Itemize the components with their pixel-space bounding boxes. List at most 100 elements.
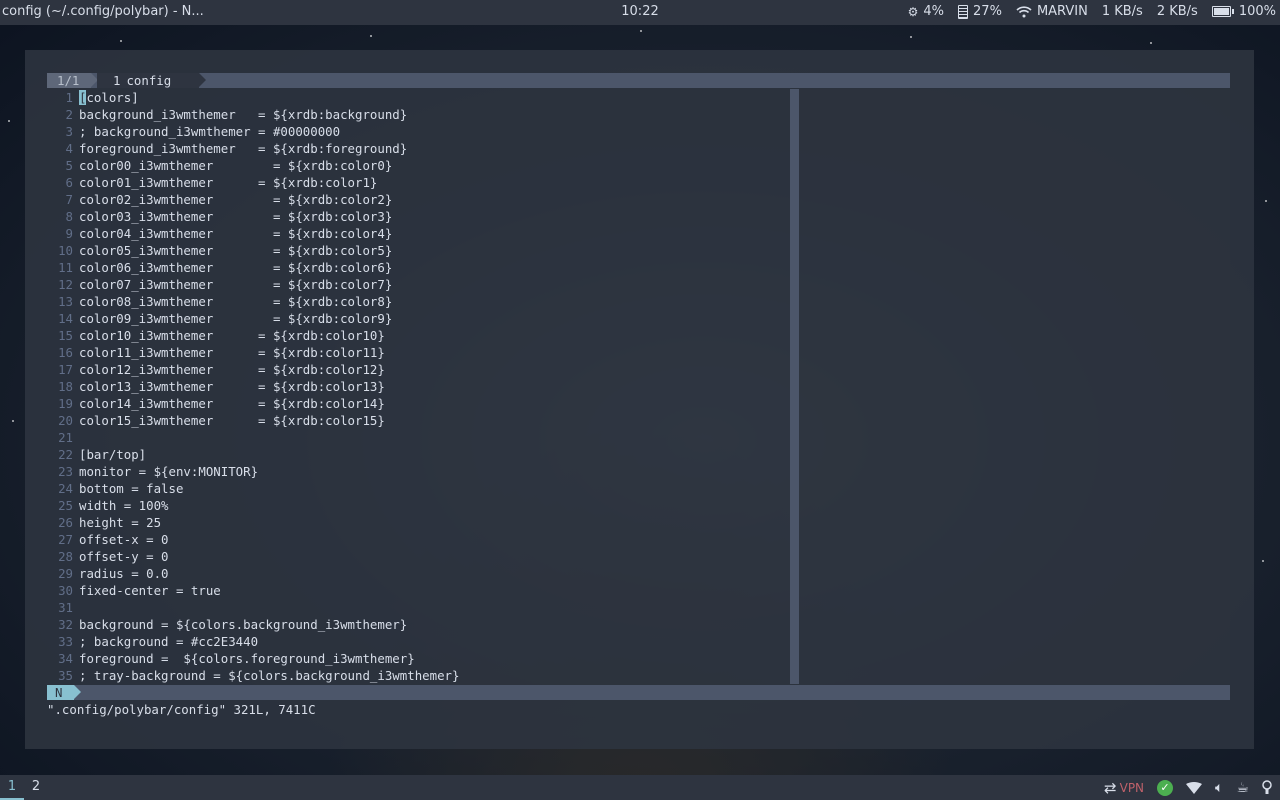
- line-text: ; background_i3wmthemer = #00000000: [79, 124, 341, 139]
- editor-line[interactable]: 12 color07_i3wmthemer = ${xrdb:color7}: [47, 276, 790, 293]
- line-text: [bar/top]: [79, 447, 147, 462]
- editor-line[interactable]: 18 color13_i3wmthemer = ${xrdb:color13}: [47, 378, 790, 395]
- star: [12, 420, 14, 422]
- line-number: 12: [58, 277, 73, 292]
- line-text: color02_i3wmthemer = ${xrdb:color2}: [79, 192, 393, 207]
- editor-line[interactable]: 1 [colors]: [47, 89, 790, 106]
- editor-line[interactable]: 24 bottom = false: [47, 480, 790, 497]
- upload-module: 2 KB/s: [1157, 4, 1198, 19]
- editor-line[interactable]: 11 color06_i3wmthemer = ${xrdb:color6}: [47, 259, 790, 276]
- workspace-2[interactable]: 2: [24, 775, 48, 800]
- volume-icon[interactable]: 🔈︎: [1215, 780, 1223, 796]
- editor-line[interactable]: 28 offset-y = 0: [47, 548, 790, 565]
- workspace-1[interactable]: 1: [0, 775, 24, 800]
- line-number: 32: [58, 617, 73, 632]
- update-check-icon[interactable]: ✓: [1157, 780, 1174, 796]
- editor-line[interactable]: 3 ; background_i3wmthemer = #00000000: [47, 123, 790, 140]
- line-text: color09_i3wmthemer = ${xrdb:color9}: [79, 311, 393, 326]
- memory-icon: [958, 4, 969, 19]
- editor-line[interactable]: 35 ; tray-background = ${colors.backgroun…: [47, 667, 790, 684]
- editor-line[interactable]: 30 fixed-center = true: [47, 582, 790, 599]
- line-number: 14: [58, 311, 73, 326]
- editor-line[interactable]: 7 color02_i3wmthemer = ${xrdb:color2}: [47, 191, 790, 208]
- line-number: 21: [58, 430, 73, 445]
- system-tray: ⇄ VPN ✓ 🔈︎ ☕︎: [1104, 779, 1272, 797]
- vim-statusline: N: [47, 685, 1230, 700]
- line-number: 24: [58, 481, 73, 496]
- editor-line[interactable]: 19 color14_i3wmthemer = ${xrdb:color14}: [47, 395, 790, 412]
- line-text: color12_i3wmthemer = ${xrdb:color12}: [79, 362, 385, 377]
- line-text: color03_i3wmthemer = ${xrdb:color3}: [79, 209, 393, 224]
- editor-line[interactable]: 34 foreground = ${colors.foreground_i3wmt…: [47, 650, 790, 667]
- vim-tabline: 1/1 1 config: [47, 73, 1230, 88]
- line-number: 27: [58, 532, 73, 547]
- network-icon[interactable]: [1186, 782, 1203, 794]
- editor-line[interactable]: 25 width = 100%: [47, 497, 790, 514]
- split-separator[interactable]: [790, 89, 799, 684]
- upload-speed: 2 KB/s: [1156, 4, 1198, 19]
- wifi-icon: [1016, 5, 1032, 17]
- lightbulb-icon[interactable]: [1262, 780, 1272, 796]
- editor-line[interactable]: 6 color01_i3wmthemer = ${xrdb:color1}: [47, 174, 790, 191]
- memory-module[interactable]: 27%: [958, 4, 1002, 19]
- battery-icon: [1211, 6, 1234, 17]
- battery-module[interactable]: 100%: [1211, 4, 1276, 19]
- line-number: 35: [58, 668, 73, 683]
- line-number: 28: [58, 549, 73, 564]
- coffee-icon[interactable]: ☕︎: [1236, 780, 1249, 796]
- cpu-value: 4%: [923, 4, 945, 19]
- line-number: 11: [58, 260, 73, 275]
- line-text: ; background = #cc2E3440: [79, 634, 259, 649]
- line-number: 23: [58, 464, 73, 479]
- line-text: height = 25: [79, 515, 162, 530]
- mode-indicator: N: [47, 685, 83, 700]
- terminal-window[interactable]: 1/1 1 config 1 [colors] 2 background_i3wmthe…: [25, 50, 1254, 749]
- tab-position: 1/1: [47, 73, 99, 88]
- editor-line[interactable]: 22 [bar/top]: [47, 446, 790, 463]
- line-number: 18: [58, 379, 73, 394]
- line-number: 6: [65, 175, 73, 190]
- editor-line[interactable]: 13 color08_i3wmthemer = ${xrdb:color8}: [47, 293, 790, 310]
- editor-line[interactable]: 23 monitor = ${env:MONITOR}: [47, 463, 790, 480]
- editor-line[interactable]: 4 foreground_i3wmthemer = ${xrdb:foregrou…: [47, 140, 790, 157]
- editor-line[interactable]: 8 color03_i3wmthemer = ${xrdb:color3}: [47, 208, 790, 225]
- line-text: monitor = ${env:MONITOR}: [79, 464, 259, 479]
- editor-line[interactable]: 17 color12_i3wmthemer = ${xrdb:color12}: [47, 361, 790, 378]
- editor-line[interactable]: 14 color09_i3wmthemer = ${xrdb:color9}: [47, 310, 790, 327]
- line-text: background = ${colors.background_i3wmthe…: [79, 617, 408, 632]
- line-number: 13: [58, 294, 73, 309]
- right-split-pane[interactable]: [799, 89, 1230, 684]
- editor-line[interactable]: 31: [47, 599, 790, 616]
- line-number: 16: [58, 345, 73, 360]
- editor-line[interactable]: 20 color15_i3wmthemer = ${xrdb:color15}: [47, 412, 790, 429]
- line-text: color11_i3wmthemer = ${xrdb:color11}: [79, 345, 385, 360]
- editor-line[interactable]: 26 height = 25: [47, 514, 790, 531]
- vpn-indicator[interactable]: ⇄ VPN: [1104, 779, 1144, 797]
- vpn-label: VPN: [1119, 781, 1145, 795]
- editor-line[interactable]: 2 background_i3wmthemer = ${xrdb:backgrou…: [47, 106, 790, 123]
- editor-line[interactable]: 15 color10_i3wmthemer = ${xrdb:color10}: [47, 327, 790, 344]
- editor-line[interactable]: 21: [47, 429, 790, 446]
- tab-config[interactable]: 1 config: [97, 73, 207, 88]
- line-text: [colors]: [79, 89, 139, 106]
- line-text-rest: colors]: [86, 90, 139, 105]
- editor-line[interactable]: 5 color00_i3wmthemer = ${xrdb:color0}: [47, 157, 790, 174]
- command-line[interactable]: ".config/polybar/config" 321L, 7411C: [47, 701, 316, 718]
- line-text: color05_i3wmthemer = ${xrdb:color5}: [79, 243, 393, 258]
- download-speed: 1 KB/s: [1101, 4, 1143, 19]
- editor-line[interactable]: 9 color04_i3wmthemer = ${xrdb:color4}: [47, 225, 790, 242]
- editor-line[interactable]: 29 radius = 0.0: [47, 565, 790, 582]
- star: [8, 120, 10, 122]
- editor-line[interactable]: 32 background = ${colors.background_i3wmt…: [47, 616, 790, 633]
- wifi-module[interactable]: MARVIN: [1016, 4, 1088, 19]
- editor-line[interactable]: 10 color05_i3wmthemer = ${xrdb:color5}: [47, 242, 790, 259]
- editor-line[interactable]: 27 offset-x = 0: [47, 531, 790, 548]
- editor-line[interactable]: 33 ; background = #cc2E3440: [47, 633, 790, 650]
- memory-value: 27%: [973, 4, 1002, 19]
- cpu-module[interactable]: ⚙ 4%: [908, 4, 944, 19]
- editor-buffer[interactable]: 1 [colors] 2 background_i3wmthemer = ${xrdb…: [47, 89, 790, 684]
- line-text: foreground = ${colors.foreground_i3wmthe…: [79, 651, 415, 666]
- editor-line[interactable]: 16 color11_i3wmthemer = ${xrdb:color11}: [47, 344, 790, 361]
- line-number: 10: [58, 243, 73, 258]
- line-number: 5: [65, 158, 73, 173]
